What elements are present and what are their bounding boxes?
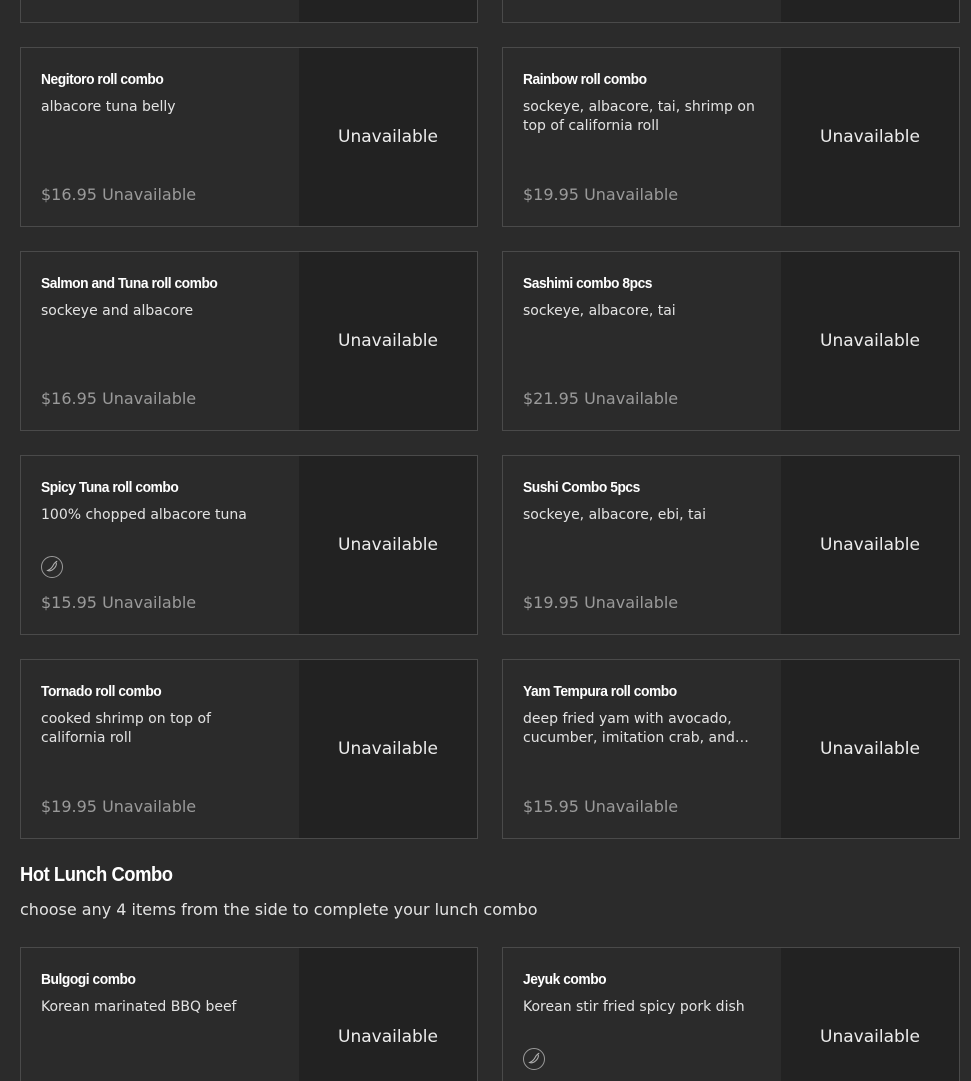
item-status: Unavailable (584, 185, 679, 204)
item-image-placeholder: Unavailable (299, 456, 477, 634)
image-unavailable-label: Unavailable (820, 331, 920, 351)
menu-item-card[interactable]: Negitoro roll combo albacore tuna belly … (20, 47, 478, 227)
chili-pepper-icon (41, 556, 63, 578)
menu-item-card[interactable]: Yam Tempura roll combo deep fried yam wi… (502, 659, 960, 839)
item-image-placeholder (781, 0, 959, 22)
item-description: deep fried yam with avocado, cucumber, i… (523, 711, 735, 746)
item-name: Tornado roll combo (41, 683, 162, 700)
image-unavailable-label: Unavailable (338, 535, 438, 555)
item-info: Sushi Combo 5pcs sockeye, albacore, ebi,… (503, 456, 781, 634)
item-info: Negitoro roll combo albacore tuna belly … (21, 48, 299, 226)
item-info: Tornado roll combo cooked shrimp on top … (21, 660, 299, 838)
item-price-status: $21.95 Unavailable (523, 389, 678, 408)
image-unavailable-label: Unavailable (820, 1027, 920, 1047)
item-image-placeholder: Unavailable (781, 660, 959, 838)
chili-pepper-icon-graphic (528, 1052, 540, 1064)
item-image-placeholder: Unavailable (781, 48, 959, 226)
item-status: Unavailable (584, 797, 679, 816)
item-name: Spicy Tuna roll combo (41, 479, 179, 496)
item-name: Bulgogi combo (41, 971, 136, 988)
item-image-placeholder: Unavailable (299, 948, 477, 1081)
item-name: Rainbow roll combo (523, 71, 647, 88)
item-description: 100% chopped albacore tuna (41, 507, 247, 523)
item-image-placeholder: Unavailable (299, 48, 477, 226)
item-price: $21.95 (523, 389, 579, 408)
item-image-placeholder (299, 0, 477, 22)
item-price: $15.95 (41, 593, 97, 612)
section-description: choose any 4 items from the side to comp… (20, 900, 538, 919)
item-image-placeholder: Unavailable (781, 948, 959, 1081)
image-unavailable-label: Unavailable (820, 739, 920, 759)
item-name: Salmon and Tuna roll combo (41, 275, 218, 292)
item-info: Sashimi combo 8pcs sockeye, albacore, ta… (503, 252, 781, 430)
item-name: Sashimi combo 8pcs (523, 275, 653, 292)
image-unavailable-label: Unavailable (820, 127, 920, 147)
item-price: $19.95 (41, 797, 97, 816)
item-image-placeholder: Unavailable (781, 252, 959, 430)
item-info: Rainbow roll combo sockeye, albacore, ta… (503, 48, 781, 226)
menu-item-card[interactable]: Tornado roll combo cooked shrimp on top … (20, 659, 478, 839)
item-price-status: $19.95 Unavailable (523, 593, 678, 612)
image-unavailable-label: Unavailable (820, 535, 920, 555)
item-image-placeholder: Unavailable (781, 456, 959, 634)
item-description: sockeye, albacore, ebi, tai (523, 507, 706, 523)
item-description: sockeye and albacore (41, 303, 194, 319)
item-price: $19.95 (523, 593, 579, 612)
item-image-placeholder: Unavailable (299, 252, 477, 430)
item-description: sockeye, albacore, tai, shrimp on top of… (523, 99, 755, 134)
item-price: $15.95 (523, 797, 579, 816)
item-description: sockeye, albacore, tai (523, 303, 676, 319)
menu-item-card[interactable]: Sushi Combo 5pcs sockeye, albacore, ebi,… (502, 455, 960, 635)
chili-pepper-icon-graphic (46, 560, 58, 572)
item-status: Unavailable (102, 389, 197, 408)
item-price-status: $19.95 Unavailable (523, 185, 678, 204)
item-price-status: $15.95 Unavailable (41, 593, 196, 612)
item-status: Unavailable (102, 185, 197, 204)
item-info: Spicy Tuna roll combo 100% chopped albac… (21, 456, 299, 634)
item-description: cooked shrimp on top of california roll (41, 711, 211, 746)
menu-item-card[interactable]: Salmon and Tuna roll combo sockeye and a… (20, 251, 478, 431)
item-info: Bulgogi combo Korean marinated BBQ beef (21, 948, 299, 1081)
item-price-status: $16.95 Unavailable (41, 185, 196, 204)
item-price-status: $19.95 Unavailable (41, 797, 196, 816)
item-info: Salmon and Tuna roll combo sockeye and a… (21, 252, 299, 430)
item-price-status: $16.95 Unavailable (41, 389, 196, 408)
menu-item-card-partial[interactable] (20, 0, 478, 23)
menu-page: Negitoro roll combo albacore tuna belly … (0, 0, 971, 1081)
item-description: Korean marinated BBQ beef (41, 999, 237, 1015)
item-name: Sushi Combo 5pcs (523, 479, 640, 496)
menu-item-card[interactable]: Bulgogi combo Korean marinated BBQ beef … (20, 947, 478, 1081)
item-name: Yam Tempura roll combo (523, 683, 677, 700)
image-unavailable-label: Unavailable (338, 739, 438, 759)
item-status: Unavailable (102, 797, 197, 816)
menu-item-card[interactable]: Sashimi combo 8pcs sockeye, albacore, ta… (502, 251, 960, 431)
item-price: $16.95 (41, 389, 97, 408)
image-unavailable-label: Unavailable (338, 331, 438, 351)
menu-item-card[interactable]: Jeyuk combo Korean stir fried spicy pork… (502, 947, 960, 1081)
item-price-status: $15.95 Unavailable (523, 797, 678, 816)
menu-item-card[interactable]: Rainbow roll combo sockeye, albacore, ta… (502, 47, 960, 227)
menu-item-card-partial[interactable] (502, 0, 960, 23)
item-status: Unavailable (584, 389, 679, 408)
image-unavailable-label: Unavailable (338, 127, 438, 147)
item-info: Jeyuk combo Korean stir fried spicy pork… (503, 948, 781, 1081)
item-name: Jeyuk combo (523, 971, 607, 988)
item-status: Unavailable (584, 593, 679, 612)
chili-pepper-icon (523, 1048, 545, 1070)
item-status: Unavailable (102, 593, 197, 612)
image-unavailable-label: Unavailable (338, 1027, 438, 1047)
item-price: $19.95 (523, 185, 579, 204)
item-price: $16.95 (41, 185, 97, 204)
section-title: Hot Lunch Combo (20, 864, 173, 886)
item-description: albacore tuna belly (41, 99, 176, 115)
item-name: Negitoro roll combo (41, 71, 164, 88)
item-description: Korean stir fried spicy pork dish (523, 999, 745, 1015)
item-info: Yam Tempura roll combo deep fried yam wi… (503, 660, 781, 838)
menu-item-card[interactable]: Spicy Tuna roll combo 100% chopped albac… (20, 455, 478, 635)
item-image-placeholder: Unavailable (299, 660, 477, 838)
